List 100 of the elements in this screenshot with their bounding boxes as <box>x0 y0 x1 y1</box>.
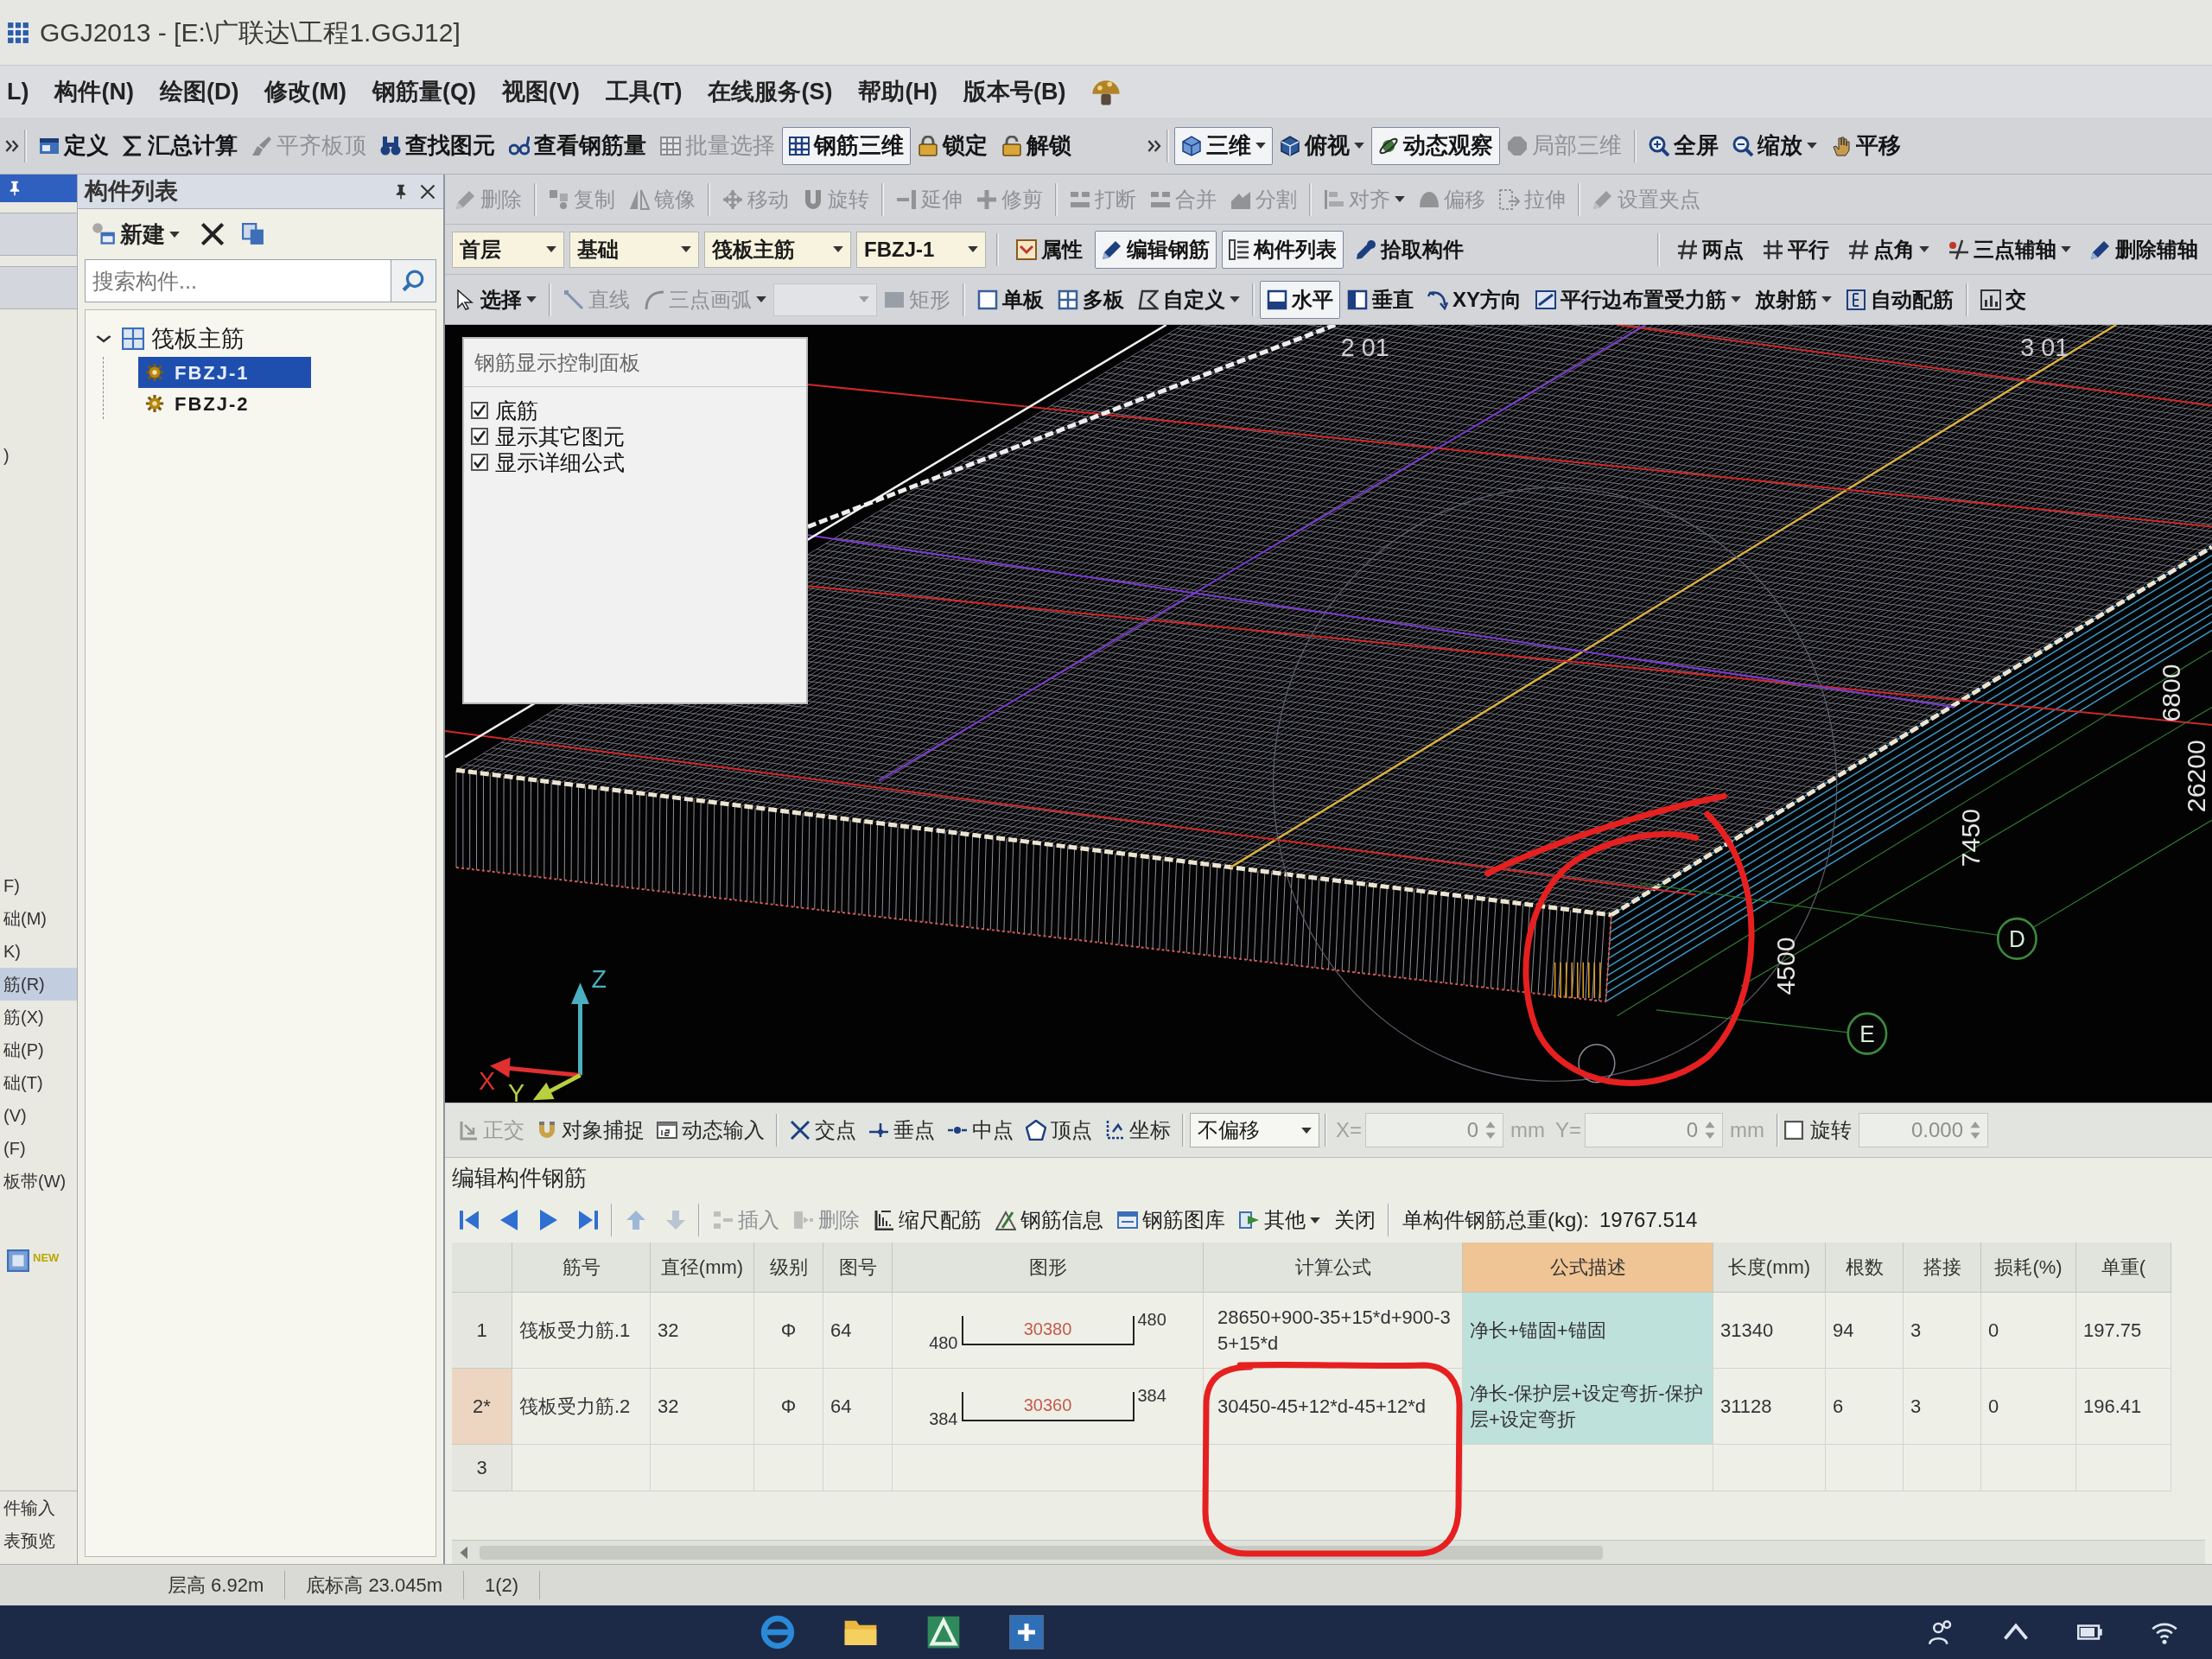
triangle-right-icon[interactable] <box>538 1209 559 1231</box>
tree-item[interactable]: FBZJ-2 <box>138 388 311 419</box>
toolbar-button[interactable]: 定义 <box>32 126 116 165</box>
toolbar-button[interactable]: 坐标 <box>1098 1111 1177 1149</box>
checkbox[interactable] <box>471 454 488 471</box>
menu-item[interactable]: 在线服务(S) <box>708 73 833 110</box>
toolbar-button[interactable]: 交点 <box>784 1111 862 1149</box>
toolbar-button[interactable]: 其他 <box>1232 1201 1327 1239</box>
toolbar-button[interactable]: 单板 <box>970 280 1051 319</box>
toolbar-button[interactable]: 三维 <box>1174 126 1273 165</box>
toolbar-button[interactable]: 钢筋三维 <box>782 126 911 165</box>
toolbar-button[interactable]: XY方向 <box>1421 280 1529 319</box>
toolbar-button[interactable]: 缩尺配筋 <box>867 1201 988 1239</box>
search-button[interactable] <box>391 259 436 302</box>
menu-item[interactable]: 版本号(B) <box>963 73 1066 110</box>
nav-item[interactable]: K) <box>0 935 77 968</box>
dropdown-field[interactable]: 不偏移 <box>1190 1113 1319 1147</box>
row-number-cell[interactable]: 1 <box>452 1293 512 1369</box>
menu-item[interactable]: 工具(T) <box>605 73 683 110</box>
triangle-left-icon[interactable] <box>499 1209 519 1231</box>
toolbar-button[interactable]: 两点 <box>1670 230 1751 269</box>
toolbar-button[interactable]: 钢筋图库 <box>1110 1201 1232 1239</box>
menu-item[interactable]: 构件(N) <box>54 73 134 110</box>
toolbar-button[interactable]: 动态观察 <box>1371 126 1500 165</box>
nav-item[interactable]: 筋(R) <box>0 968 77 1001</box>
copy-icon[interactable] <box>242 223 264 245</box>
dropdown-field[interactable]: 筏板主筋 <box>704 231 851 268</box>
nav-item[interactable]: 础(P) <box>0 1033 77 1066</box>
toolbar-button[interactable]: 拾取构件 <box>1349 230 1471 269</box>
toolbar-button[interactable]: 汇总计算 <box>116 126 245 165</box>
toolbar-button[interactable]: 属性 <box>1009 230 1090 269</box>
toolbar-button[interactable]: 多板 <box>1051 280 1131 319</box>
tile-icon[interactable] <box>1009 1615 1044 1649</box>
toolbar-button[interactable]: 中点 <box>941 1111 1020 1149</box>
tree-item[interactable]: 筏板主筋 <box>118 322 248 355</box>
dropdown-field[interactable]: 基础 <box>569 231 699 268</box>
menu-item[interactable]: 修改(M) <box>264 73 346 110</box>
toolbar-button[interactable]: 顶点 <box>1020 1111 1098 1149</box>
toolbar-button[interactable]: 交 <box>1974 280 2033 319</box>
chevron-down-icon[interactable] <box>96 334 111 344</box>
toolbar-button[interactable]: 全屏 <box>1642 126 1726 165</box>
browser-icon[interactable] <box>760 1615 795 1649</box>
row-number-cell[interactable]: 3 <box>452 1445 512 1491</box>
dropdown-field[interactable]: 首层 <box>452 231 564 268</box>
tree-item[interactable]: FBZJ-1 <box>138 357 311 388</box>
toolbar-button[interactable]: 自动配筋 <box>1839 280 1961 319</box>
menu-item[interactable]: 帮助(H) <box>858 73 938 110</box>
toolbar-button[interactable]: 对象捕捉 <box>531 1111 651 1149</box>
toolbar-button[interactable]: 选择 <box>448 280 543 319</box>
toolbar-button[interactable]: 动态输入 <box>651 1111 771 1149</box>
toolbar-button[interactable]: 俯视 <box>1273 126 1371 165</box>
nav-item[interactable]: F) <box>0 869 77 902</box>
nav-item[interactable]: 础(M) <box>0 902 77 935</box>
checkbox[interactable] <box>471 428 488 445</box>
toolbar-button[interactable]: 三点辅轴 <box>1942 230 2078 269</box>
new-button[interactable]: 新建 <box>88 216 183 252</box>
toolbar-button[interactable]: 垂点 <box>862 1111 941 1149</box>
toolbar-button[interactable]: 编辑钢筋 <box>1095 230 1217 269</box>
search-field[interactable]: 搜索构件... <box>85 259 391 302</box>
toolbar-button[interactable]: 查找图元 <box>373 126 502 165</box>
toolbar-button[interactable]: 自定义 <box>1131 280 1247 319</box>
nav-item[interactable]: ) <box>0 439 77 472</box>
toolbar-button[interactable]: 平移 <box>1824 126 1908 165</box>
row-number-cell[interactable]: 2* <box>452 1369 512 1445</box>
toolbar-button[interactable]: 放射筋 <box>1748 280 1839 319</box>
menu-item[interactable]: 绘图(D) <box>159 73 239 110</box>
toolbar-button[interactable]: 平行 <box>1756 230 1836 269</box>
menu-item[interactable]: L) <box>7 73 29 110</box>
close-icon[interactable] <box>419 182 436 200</box>
menu-item[interactable]: 钢筋量(Q) <box>372 73 476 110</box>
toolbar-button[interactable]: 锁定 <box>911 126 995 165</box>
menu-item[interactable]: 视图(V) <box>501 73 580 110</box>
toolbar-button[interactable]: 点角 <box>1841 230 1936 269</box>
toolbar-button[interactable]: 水平 <box>1260 280 1340 319</box>
checkbox[interactable] <box>1784 1121 1804 1140</box>
toolbar-button[interactable]: 钢筋信息 <box>988 1201 1110 1239</box>
toolbar-button[interactable]: 垂直 <box>1340 280 1421 319</box>
nav-item[interactable]: (F) <box>0 1132 77 1165</box>
nav-item[interactable]: 件输入 <box>0 1491 77 1524</box>
horizontal-scrollbar[interactable] <box>452 1540 2205 1564</box>
nav-item[interactable]: 筋(X) <box>0 1001 77 1033</box>
tile-icon[interactable] <box>926 1615 961 1649</box>
checkbox[interactable] <box>471 402 488 419</box>
nav-item[interactable]: 表预览 <box>0 1524 77 1557</box>
toolbar-button[interactable]: 关闭 <box>1327 1201 1382 1239</box>
nav-item[interactable]: 板带(W) <box>0 1165 77 1198</box>
orbit-handle[interactable] <box>1578 1043 1616 1084</box>
toolbar-button[interactable]: 缩放 <box>1726 126 1824 165</box>
toolbar-button[interactable]: 删除辅轴 <box>2083 230 2205 269</box>
skip-last-icon[interactable] <box>578 1209 599 1231</box>
toolbar-button[interactable]: 构件列表 <box>1222 230 1344 269</box>
unit-label: mm <box>1510 1117 1546 1143</box>
toolbar-button[interactable]: 解锁 <box>995 126 1078 165</box>
nav-item[interactable]: (V) <box>0 1099 77 1132</box>
toolbar-button[interactable]: 查看钢筋量 <box>502 126 653 165</box>
dropdown-field[interactable]: FBZJ-1 <box>856 231 986 268</box>
x-icon[interactable] <box>200 222 225 246</box>
nav-item[interactable]: 础(T) <box>0 1066 77 1099</box>
toolbar-button[interactable]: 平行边布置受力筋 <box>1529 280 1748 319</box>
skip-first-icon[interactable] <box>459 1209 480 1231</box>
